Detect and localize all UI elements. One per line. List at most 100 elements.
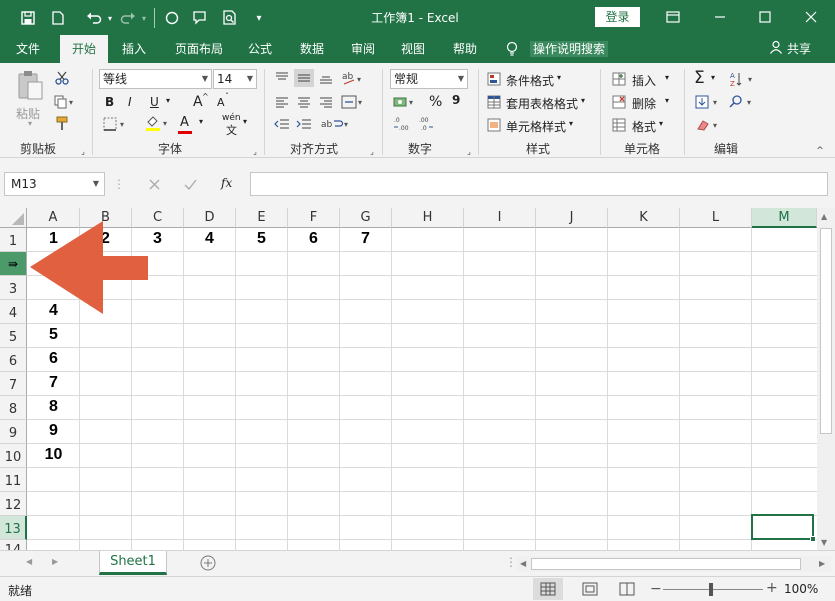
cell-a9[interactable]: 9 [28,422,79,440]
scroll-left-icon[interactable]: ◀ [520,559,526,568]
column-header-h[interactable]: H [392,208,464,228]
formula-input[interactable] [250,172,828,196]
vertical-scrollbar[interactable]: ▲ ▼ [817,208,835,550]
align-left-icon[interactable] [272,93,292,111]
cell-styles-icon[interactable] [486,117,502,133]
tab-home[interactable]: 开始 [60,35,108,63]
redo-dropdown-icon[interactable]: ▾ [134,8,154,28]
more-options-icon[interactable]: ⋮ [113,176,125,192]
align-top-icon[interactable] [272,69,292,87]
scroll-down-icon[interactable]: ▼ [821,538,827,547]
decrease-indent-icon[interactable] [272,115,292,133]
scroll-right-icon[interactable]: ▶ [819,559,825,568]
autosum-icon[interactable]: Σ [694,68,705,88]
align-right-icon[interactable] [316,93,336,111]
column-header-d[interactable]: D [184,208,236,228]
tab-formulas[interactable]: 公式 [240,35,280,63]
format-painter-icon[interactable] [52,115,72,133]
sort-filter-icon[interactable]: A Z ▾ [728,71,758,87]
increase-indent-icon[interactable] [294,115,314,133]
tab-review[interactable]: 审阅 [343,35,383,63]
zoom-out-icon[interactable]: − [650,581,662,597]
italic-button[interactable]: I [128,95,132,109]
tab-view[interactable]: 视图 [393,35,433,63]
align-center-icon[interactable] [294,93,314,111]
format-as-table-button[interactable]: 套用表格格式 [506,95,578,112]
horizontal-scroll-thumb[interactable] [531,558,801,570]
copy-icon[interactable]: ▾ [52,93,78,111]
cell-a7[interactable]: 7 [28,374,79,392]
cell-f1[interactable]: 6 [288,230,339,248]
row-header-6[interactable]: 6 [0,348,27,372]
align-middle-icon[interactable] [294,69,314,87]
zoom-slider-thumb[interactable] [709,583,713,596]
cancel-icon[interactable] [144,175,164,193]
clear-icon[interactable]: ▾ [694,117,724,133]
delete-cells-icon[interactable] [611,94,627,110]
add-sheet-icon[interactable] [200,555,216,571]
ribbon-display-icon[interactable] [663,7,683,27]
share-button[interactable]: 共享 [769,35,811,64]
bold-button[interactable]: B [105,95,114,109]
close-icon[interactable] [801,7,821,27]
customize-qa-icon[interactable]: ▾ [249,8,269,28]
font-color-button[interactable]: A [180,115,189,130]
comma-button[interactable]: 9 [452,93,460,107]
row-header-11[interactable]: 11 [0,468,27,492]
cell-d1[interactable]: 4 [184,230,235,248]
tab-split-icon[interactable]: ⋮ [505,555,517,569]
wrap-text-icon[interactable]: ab ▾ [318,115,354,133]
orientation-icon[interactable]: ab ▾ [340,69,366,87]
tab-help[interactable]: 帮助 [445,35,485,63]
comment-icon[interactable] [190,8,210,28]
currency-icon[interactable]: ▾ [392,93,418,111]
row-header-7[interactable]: 7 [0,372,27,396]
column-header-i[interactable]: I [464,208,536,228]
tab-insert[interactable]: 插入 [112,35,156,63]
shrink-font-button[interactable]: A [217,96,225,109]
font-launcher-icon[interactable]: ⌟ [250,146,260,156]
tab-file[interactable]: 文件 [4,35,52,63]
underline-button[interactable]: U [150,95,159,109]
paste-icon[interactable] [14,69,48,103]
zoom-slider-track[interactable] [663,589,763,590]
column-header-m[interactable]: M [752,208,817,228]
tell-me-search[interactable]: 操作说明搜索 [530,41,609,57]
save-icon[interactable] [18,8,38,28]
horizontal-scrollbar[interactable]: ◀ ▶ [517,556,831,572]
zoom-in-icon[interactable]: + [766,580,778,596]
column-header-e[interactable]: E [236,208,288,228]
row-header-10[interactable]: 10 [0,444,27,468]
font-size-dropdown[interactable]: 14 ▼ [213,69,257,89]
column-header-l[interactable]: L [680,208,752,228]
normal-view-icon[interactable] [533,578,563,600]
phonetic-dropdown-icon[interactable]: ▾ [243,117,247,126]
column-header-k[interactable]: K [608,208,680,228]
font-name-dropdown[interactable]: 等线 ▼ [99,69,212,89]
percent-button[interactable]: % [429,94,442,110]
cell-a8[interactable]: 8 [28,398,79,416]
row-header-5[interactable]: 5 [0,324,27,348]
borders-icon[interactable]: ▾ [102,115,130,133]
clipboard-launcher-icon[interactable]: ⌟ [78,146,88,156]
selected-cell-m13[interactable] [751,514,814,540]
align-bottom-icon[interactable] [316,69,336,87]
prev-sheet-icon[interactable]: ◀ [26,557,32,566]
maximize-icon[interactable] [755,7,775,27]
scroll-up-icon[interactable]: ▲ [821,212,827,221]
alignment-launcher-icon[interactable]: ⌟ [367,146,377,156]
column-header-g[interactable]: G [340,208,392,228]
decrease-decimal-icon[interactable]: .00.0 [414,115,436,133]
column-header-f[interactable]: F [288,208,340,228]
login-button[interactable]: 登录 [595,7,640,27]
row-header-13[interactable]: 13 [0,516,27,540]
enter-icon[interactable] [180,175,200,193]
circle-shape-icon[interactable] [162,8,182,28]
format-cells-icon[interactable] [611,117,627,133]
conditional-format-icon[interactable] [486,71,502,87]
format-cells-button[interactable]: 格式 [632,118,656,135]
cell-g1[interactable]: 7 [340,230,391,248]
cut-icon[interactable] [52,69,72,87]
number-format-dropdown[interactable]: 常规 ▼ [390,69,468,89]
cell-a10[interactable]: 10 [28,446,79,464]
